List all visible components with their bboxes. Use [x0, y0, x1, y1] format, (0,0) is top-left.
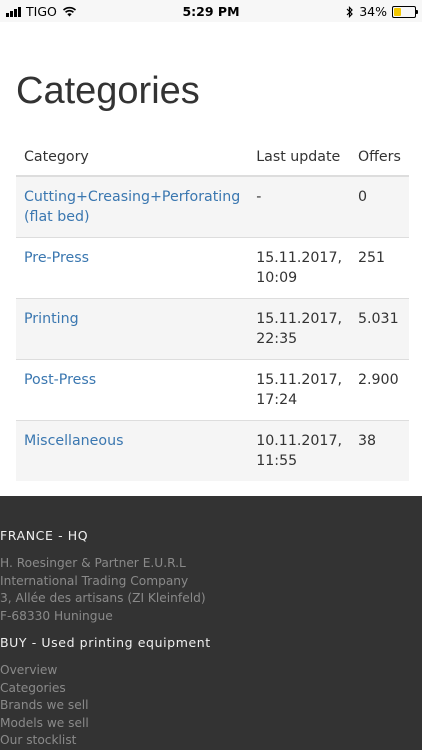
footer-link-models[interactable]: Models we sell — [0, 715, 89, 733]
footer-link-categories[interactable]: Categories — [0, 680, 89, 698]
battery-fill — [394, 7, 401, 16]
footer-heading-buy: BUY - Used printing equipment — [0, 635, 211, 650]
status-right: 34% — [346, 4, 418, 19]
categories-table: Category Last update Offers Cutting+Crea… — [16, 147, 409, 481]
header-category: Category — [16, 147, 249, 177]
address-line: 3, Allée des artisans (ZI Kleinfeld) — [0, 591, 206, 605]
battery-percent: 34% — [359, 4, 387, 19]
table-row: Pre-Press 15.11.2017, 10:09 251 — [16, 237, 409, 299]
footer-heading-hq: FRANCE - HQ — [0, 528, 89, 543]
address-line: International Trading Company — [0, 573, 189, 588]
category-link[interactable]: Miscellaneous — [24, 433, 123, 449]
table-header-row: Category Last update Offers — [16, 147, 409, 177]
offers-cell: 5.031 — [349, 298, 409, 360]
category-link[interactable]: Post-Press — [24, 372, 96, 388]
category-link[interactable]: Cutting+Creasing+Perforating (flat bed) — [24, 189, 240, 225]
category-link[interactable]: Pre-Press — [24, 250, 89, 266]
address-line: H. Roesinger & Partner E.U.R.L — [0, 556, 186, 570]
table-row: Printing 15.11.2017, 22:35 5.031 — [16, 298, 409, 360]
last-update-cell: - — [248, 176, 350, 238]
footer: FRANCE - HQ H. Roesinger & Partner E.U.R… — [0, 496, 422, 750]
footer-link-brands[interactable]: Brands we sell — [0, 697, 89, 715]
footer-link-overview[interactable]: Overview — [0, 662, 89, 680]
last-update-cell: 10.11.2017, 11:55 — [248, 420, 350, 481]
offers-cell: 0 — [349, 176, 409, 238]
main-content: Categories Category Last update Offers C… — [0, 67, 422, 481]
bluetooth-icon — [346, 5, 354, 18]
footer-address: H. Roesinger & Partner E.U.R.L Internati… — [0, 555, 206, 625]
offers-cell: 2.900 — [349, 359, 409, 421]
table-row: Miscellaneous 10.11.2017, 11:55 38 — [16, 420, 409, 481]
address-line: F-68330 Huningue — [0, 608, 113, 623]
last-update-cell: 15.11.2017, 17:24 — [248, 359, 350, 421]
status-bar: TIGO 5:29 PM 34% — [0, 0, 422, 22]
footer-buy-links: Overview Categories Brands we sell Model… — [0, 662, 89, 750]
battery-icon — [392, 5, 418, 18]
header-offers: Offers — [349, 147, 409, 177]
page-title: Categories — [16, 70, 200, 112]
header-last-update: Last update — [248, 147, 350, 177]
last-update-cell: 15.11.2017, 22:35 — [248, 298, 350, 360]
category-link[interactable]: Printing — [24, 311, 79, 327]
offers-cell: 251 — [349, 237, 409, 299]
offers-cell: 38 — [349, 420, 409, 481]
last-update-cell: 15.11.2017, 10:09 — [248, 237, 350, 299]
footer-link-stocklist[interactable]: Our stocklist — [0, 732, 89, 750]
table-row: Cutting+Creasing+Perforating (flat bed) … — [16, 176, 409, 238]
table-row: Post-Press 15.11.2017, 17:24 2.900 — [16, 359, 409, 421]
